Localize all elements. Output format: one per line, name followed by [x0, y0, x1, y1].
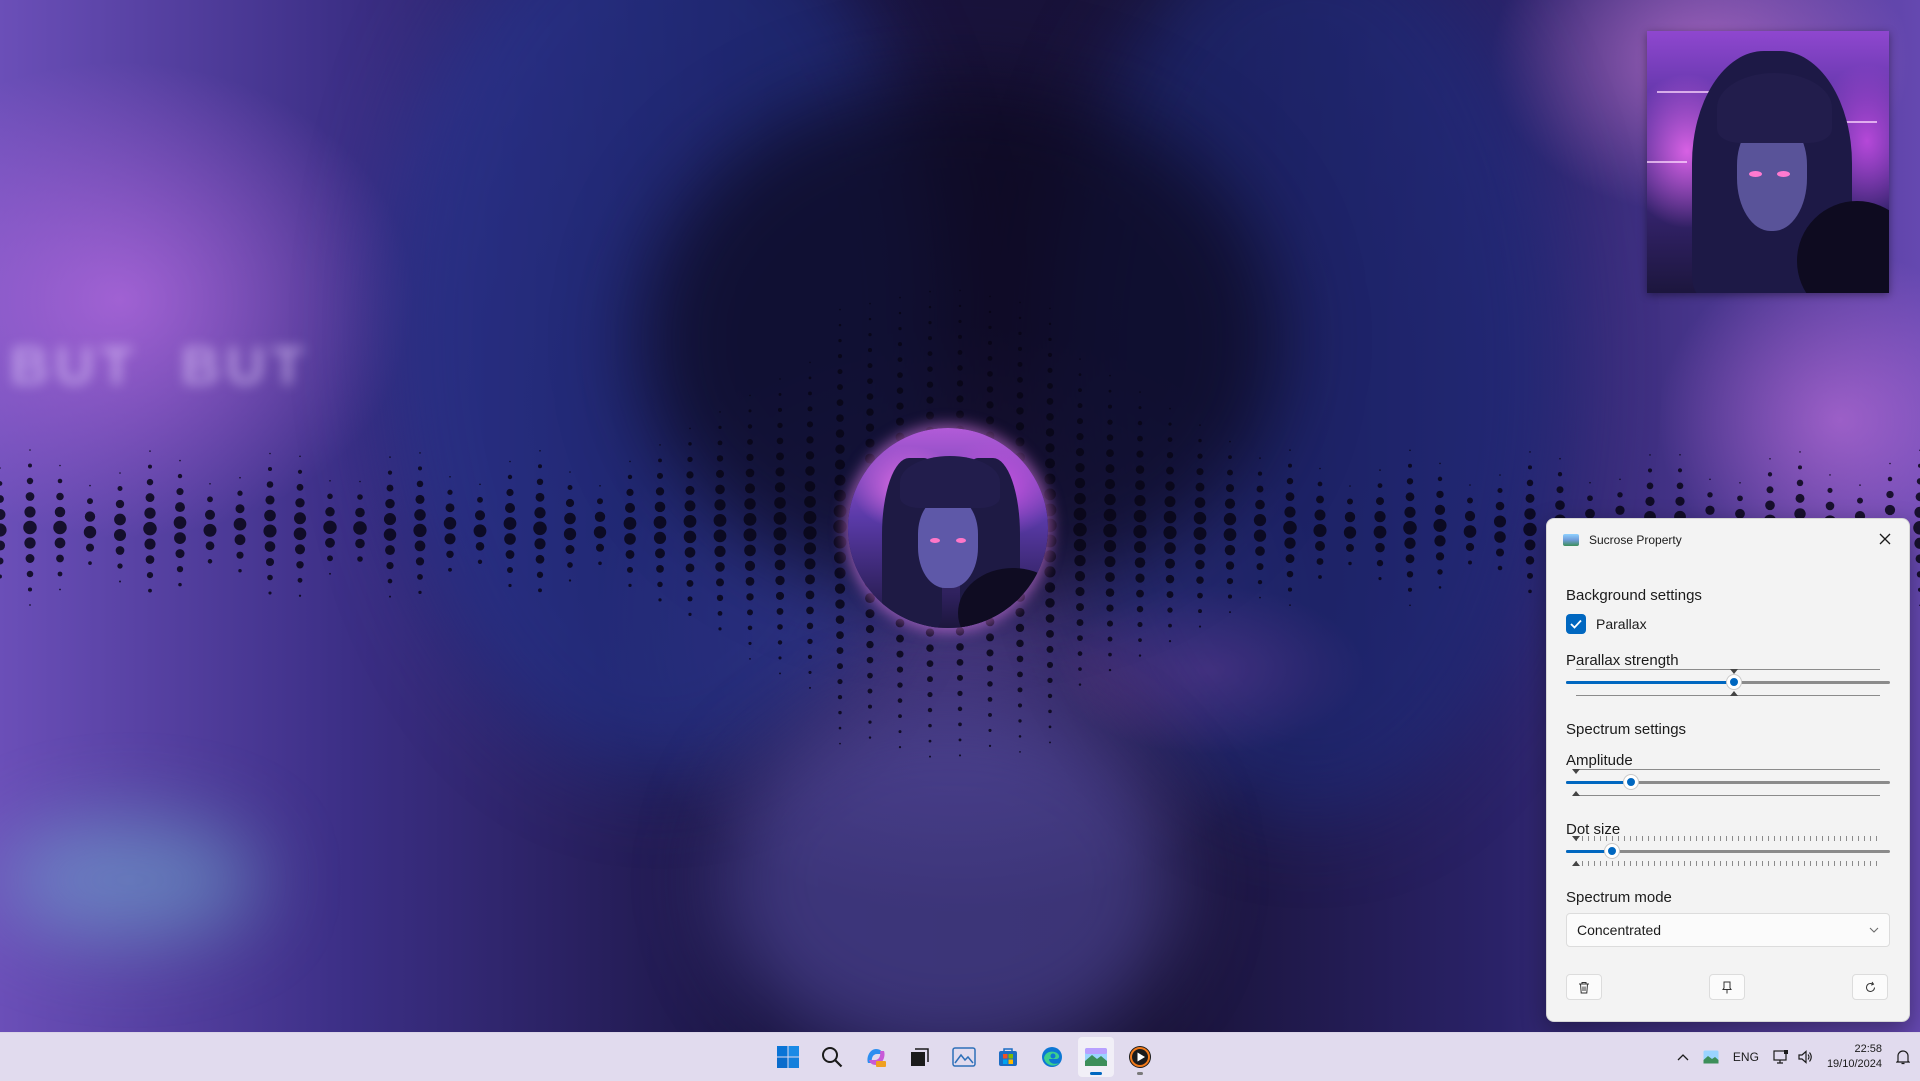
pin-icon	[1722, 981, 1732, 993]
media-player-button[interactable]	[1122, 1037, 1158, 1077]
search-icon	[822, 1047, 843, 1068]
taskbar: ENG 22:58 19/10/2024	[0, 1032, 1920, 1081]
clock-time: 22:58	[1854, 1043, 1882, 1055]
copilot-icon	[867, 1049, 886, 1067]
album-art	[848, 428, 1048, 628]
checkmark-icon	[1570, 619, 1582, 629]
search-button[interactable]	[814, 1037, 850, 1077]
spectrum-mode-value: Concentrated	[1577, 922, 1662, 938]
spectrum-settings-heading: Spectrum settings	[1566, 721, 1687, 738]
taskbar-apps	[770, 1033, 1158, 1081]
parallax-toggle[interactable]: Parallax	[1566, 614, 1647, 634]
amplitude-slider[interactable]	[1566, 767, 1890, 797]
media-player-icon	[1129, 1046, 1151, 1068]
sucrose-tray-icon[interactable]	[1703, 1050, 1719, 1064]
system-tray: ENG 22:58 19/10/2024	[1677, 1033, 1910, 1081]
parallax-checkbox[interactable]	[1566, 614, 1586, 634]
edge-button[interactable]	[1034, 1037, 1070, 1077]
start-button[interactable]	[770, 1037, 806, 1077]
spectrum-mode-dropdown[interactable]: Concentrated	[1566, 913, 1890, 947]
copilot-button[interactable]	[858, 1037, 894, 1077]
active-indicator	[1090, 1072, 1102, 1075]
close-icon	[1879, 533, 1891, 545]
edge-icon	[1042, 1047, 1062, 1067]
clock-date: 19/10/2024	[1826, 1058, 1882, 1070]
chevron-down-icon	[1869, 927, 1879, 933]
parallax-label: Parallax	[1596, 616, 1647, 632]
close-button[interactable]	[1871, 527, 1899, 551]
notification-bell-icon[interactable]	[1896, 1049, 1910, 1065]
network-icon	[1773, 1050, 1788, 1064]
dot-size-thumb[interactable]	[1605, 844, 1620, 858]
refresh-button[interactable]	[1852, 974, 1888, 1000]
sucrose-app-icon	[1563, 534, 1579, 546]
background-settings-heading: Background settings	[1566, 587, 1702, 604]
volume-icon	[1798, 1050, 1812, 1064]
microsoft-store-icon	[999, 1048, 1017, 1066]
parallax-strength-slider[interactable]	[1566, 667, 1890, 697]
chevron-up-icon[interactable]	[1677, 1053, 1689, 1061]
photos-icon	[952, 1047, 976, 1067]
amplitude-thumb[interactable]	[1623, 775, 1638, 789]
microsoft-store-button[interactable]	[990, 1037, 1026, 1077]
running-indicator	[1137, 1072, 1143, 1075]
pin-button[interactable]	[1709, 974, 1745, 1000]
refresh-icon	[1865, 981, 1875, 992]
windows-start-icon	[777, 1046, 799, 1068]
dot-size-slider[interactable]	[1566, 836, 1890, 866]
spectrum-mode-label: Spectrum mode	[1566, 889, 1672, 906]
sucrose-icon	[1085, 1048, 1107, 1066]
sucrose-property-panel: Sucrose Property Background settings Par…	[1546, 518, 1910, 1022]
language-indicator[interactable]: ENG	[1733, 1050, 1759, 1064]
task-view-icon	[911, 1048, 929, 1066]
clock[interactable]: 22:58 19/10/2024	[1827, 1042, 1882, 1072]
task-view-button[interactable]	[902, 1037, 938, 1077]
panel-title-bar: Sucrose Property	[1563, 533, 1682, 547]
panel-title: Sucrose Property	[1589, 533, 1682, 547]
trash-icon	[1579, 981, 1589, 993]
quick-settings[interactable]	[1773, 1049, 1813, 1065]
photos-button[interactable]	[946, 1037, 982, 1077]
delete-button[interactable]	[1566, 974, 1602, 1000]
wallpaper-preview-thumbnail	[1647, 31, 1889, 293]
sucrose-taskbar-button[interactable]	[1078, 1037, 1114, 1077]
parallax-strength-thumb[interactable]	[1727, 675, 1742, 689]
